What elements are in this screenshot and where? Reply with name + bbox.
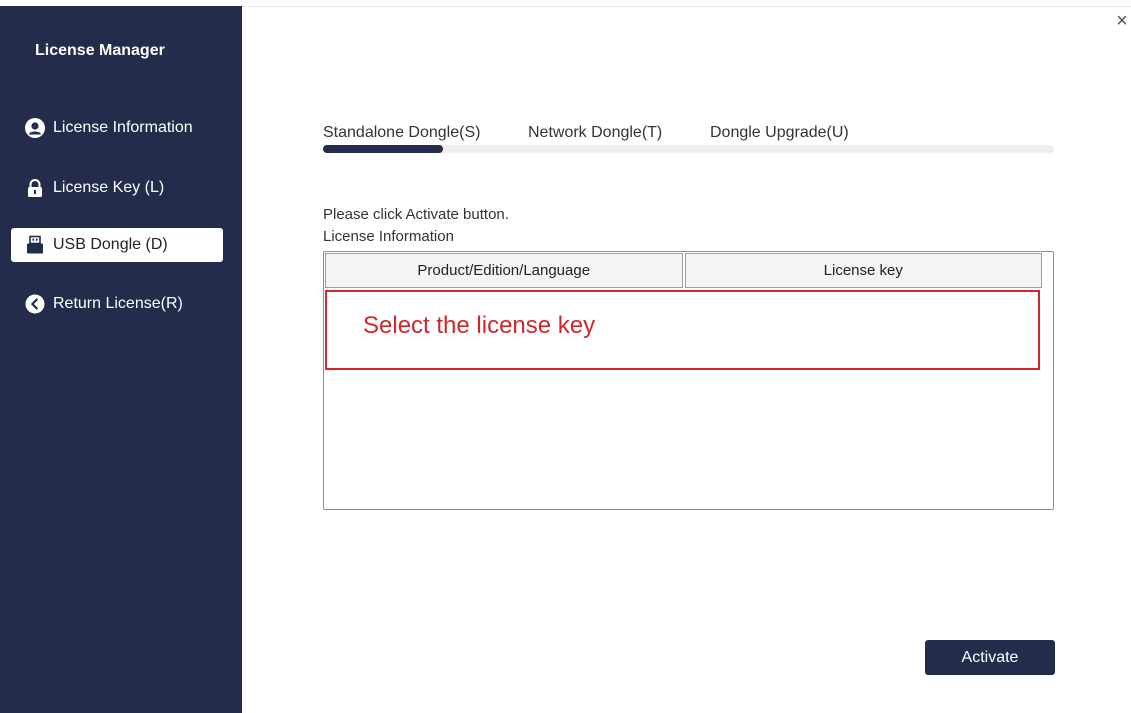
sidebar-item-license-information[interactable]: License Information bbox=[11, 111, 223, 145]
hint-text: Select the license key bbox=[363, 312, 596, 339]
tab-bar: Standalone Dongle(S) Network Dongle(T) D… bbox=[323, 124, 1055, 156]
sidebar: License Manager License Information Lice… bbox=[0, 6, 242, 713]
sidebar-item-return-license[interactable]: Return License(R) bbox=[11, 287, 223, 321]
tab-dongle-upgrade[interactable]: Dongle Upgrade(U) bbox=[710, 124, 849, 142]
sidebar-item-license-key[interactable]: License Key (L) bbox=[11, 171, 223, 205]
column-header-license-key[interactable]: License key bbox=[684, 253, 1042, 288]
tab-active-indicator bbox=[323, 145, 443, 153]
section-label: License Information bbox=[323, 228, 454, 245]
user-icon bbox=[25, 118, 45, 138]
tab-standalone-dongle[interactable]: Standalone Dongle(S) bbox=[323, 124, 480, 142]
column-header-product[interactable]: Product/Edition/Language bbox=[325, 253, 683, 288]
sidebar-item-label: USB Dongle (D) bbox=[53, 236, 168, 253]
usb-icon bbox=[25, 235, 45, 255]
chevron-left-icon bbox=[25, 294, 45, 314]
lock-icon bbox=[25, 178, 45, 198]
sidebar-item-label: License Key (L) bbox=[53, 179, 165, 196]
hint-highlight-box: Select the license key bbox=[325, 290, 1040, 370]
tab-network-dongle[interactable]: Network Dongle(T) bbox=[528, 124, 662, 142]
table-header: Product/Edition/Language License key bbox=[325, 253, 1042, 288]
app-title: License Manager bbox=[35, 42, 165, 59]
sidebar-item-label: Return License(R) bbox=[53, 295, 183, 312]
sidebar-item-label: License Information bbox=[53, 119, 193, 136]
activate-button[interactable]: Activate bbox=[925, 640, 1055, 675]
sidebar-item-usb-dongle[interactable]: USB Dongle (D) bbox=[11, 228, 223, 262]
license-table[interactable]: Product/Edition/Language License key Sel… bbox=[323, 251, 1054, 510]
instruction-text: Please click Activate button. bbox=[323, 206, 509, 223]
close-icon[interactable]: × bbox=[1113, 11, 1131, 31]
